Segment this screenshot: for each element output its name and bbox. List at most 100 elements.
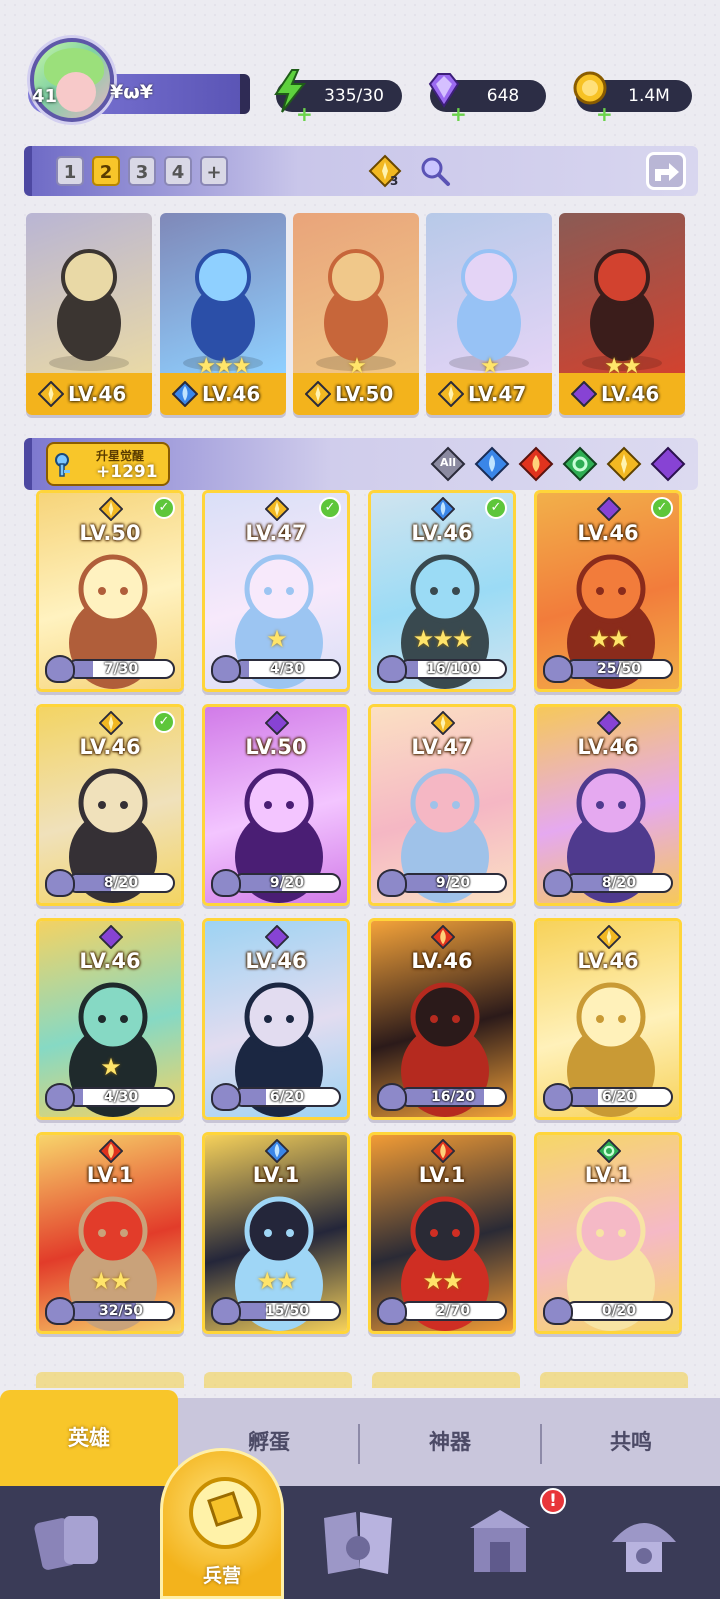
- player-level: 41: [32, 86, 58, 107]
- hero-level: LV.46: [601, 382, 660, 406]
- hero-card[interactable]: LV.46 6/20: [534, 918, 682, 1120]
- team-tab-1[interactable]: 1: [56, 156, 84, 186]
- check-icon: ✓: [319, 497, 341, 519]
- water-filter-icon[interactable]: [474, 446, 510, 482]
- hero-level: LV.47: [468, 382, 527, 406]
- team-hero-card[interactable]: LV.46: [26, 213, 152, 415]
- nav-barracks-button[interactable]: 兵营: [160, 1448, 284, 1599]
- shard-progress-bar: 15/50: [233, 1301, 341, 1321]
- add-team-button[interactable]: +: [200, 156, 228, 186]
- hero-card[interactable]: LV.47 9/20: [368, 704, 516, 906]
- tab-resonance[interactable]: 共鸣: [542, 1398, 720, 1486]
- star-rating: ★★: [588, 625, 629, 653]
- team-tab-2[interactable]: 2: [92, 156, 120, 186]
- team-hero-card[interactable]: ★ LV.50: [293, 213, 419, 415]
- gold-resource[interactable]: + 1.4M: [573, 71, 692, 126]
- tab-heroes[interactable]: 英雄: [0, 1390, 178, 1486]
- awaken-button[interactable]: 升星觉醒 +1291: [46, 442, 170, 486]
- plus-icon[interactable]: +: [596, 98, 613, 130]
- hero-shard-icon: [377, 1297, 407, 1325]
- hero-level: LV.46: [202, 382, 261, 406]
- shard-progress-text: 9/20: [269, 875, 305, 891]
- star-rating: ★★: [90, 1267, 131, 1295]
- temple-icon[interactable]: [460, 1504, 540, 1580]
- check-icon: ✓: [153, 711, 175, 733]
- dark-element-icon: [264, 710, 290, 736]
- light-element-icon: [596, 924, 622, 950]
- shard-progress-bar: 2/70: [399, 1301, 507, 1321]
- hero-level: LV.46: [577, 521, 639, 545]
- dark-filter-icon[interactable]: [650, 446, 686, 482]
- shard-progress-bar: 16/100: [399, 659, 507, 679]
- hero-level: LV.46: [577, 949, 639, 973]
- hero-card[interactable]: LV.46 ★ 4/30: [36, 918, 184, 1120]
- team-hero-card[interactable]: ★★ LV.46: [559, 213, 685, 415]
- hero-level: LV.47: [245, 521, 307, 545]
- hero-filter-bar: 升星觉醒 +1291 All: [24, 438, 698, 490]
- hero-card[interactable]: LV.46 6/20: [202, 918, 350, 1120]
- shard-progress-bar: 25/50: [565, 659, 673, 679]
- shard-progress-bar: 4/30: [67, 1087, 175, 1107]
- energy-resource[interactable]: + 335/30: [274, 69, 402, 126]
- hero-card[interactable]: LV.1 ★★ 15/50: [202, 1132, 350, 1334]
- shard-progress-bar: 6/20: [565, 1087, 673, 1107]
- hero-card[interactable]: LV.46 ✓ ★★★ 16/100: [368, 490, 516, 692]
- dark-element-icon: [596, 710, 622, 736]
- hero-card[interactable]: LV.47 ✓ ★ 4/30: [202, 490, 350, 692]
- map-book-icon[interactable]: [318, 1504, 398, 1580]
- hero-shard-icon: [211, 869, 241, 897]
- team-tab-4[interactable]: 4: [164, 156, 192, 186]
- hero-card[interactable]: LV.1 0/20: [534, 1132, 682, 1334]
- hero-card[interactable]: LV.50 9/20: [202, 704, 350, 906]
- shard-progress-text: 16/20: [430, 1089, 476, 1105]
- shard-progress-text: 2/70: [435, 1303, 471, 1319]
- hero-level: LV.46: [68, 382, 127, 406]
- wind-filter-icon[interactable]: [562, 446, 598, 482]
- hero-card[interactable]: LV.46 16/20: [368, 918, 516, 1120]
- hero-card-peek: [372, 1372, 520, 1388]
- search-icon[interactable]: [418, 154, 452, 188]
- hero-card[interactable]: LV.50 ✓ 7/30: [36, 490, 184, 692]
- hero-portrait: [426, 213, 552, 373]
- all-filter-label: All: [439, 456, 457, 469]
- plus-icon[interactable]: +: [450, 98, 467, 130]
- shard-progress-bar: 4/30: [233, 659, 341, 679]
- shard-progress-text: 4/30: [269, 661, 305, 677]
- light-filter-icon[interactable]: [606, 446, 642, 482]
- hero-card[interactable]: LV.46 ✓ ★★ 25/50: [534, 490, 682, 692]
- all-filter-icon[interactable]: All: [430, 446, 466, 482]
- dark-element-icon: [596, 496, 622, 522]
- hero-card[interactable]: LV.1 ★★ 32/50: [36, 1132, 184, 1334]
- hero-level: LV.50: [79, 521, 141, 545]
- team-hero-card[interactable]: ★ LV.47: [426, 213, 552, 415]
- team-hero-card[interactable]: ★★★ LV.46: [160, 213, 286, 415]
- hero-shard-icon: [211, 1083, 241, 1111]
- player-avatar[interactable]: [30, 38, 114, 122]
- fire-filter-icon[interactable]: [518, 446, 554, 482]
- plus-icon[interactable]: +: [296, 98, 313, 130]
- check-icon: ✓: [651, 497, 673, 519]
- mushroom-house-icon[interactable]: [604, 1504, 684, 1580]
- shard-progress-bar: 8/20: [565, 873, 673, 893]
- light-element-icon: [98, 496, 124, 522]
- hero-card[interactable]: LV.46 8/20: [534, 704, 682, 906]
- nav-barracks-label: 兵营: [202, 1565, 241, 1587]
- light-element-icon: [437, 380, 465, 408]
- star-rating: ★★: [256, 1267, 297, 1295]
- hero-shard-icon: [45, 655, 75, 683]
- team-tab-3[interactable]: 3: [128, 156, 156, 186]
- shard-progress-text: 4/30: [103, 1089, 139, 1105]
- hero-card[interactable]: LV.1 ★★ 2/70: [368, 1132, 516, 1334]
- check-icon: ✓: [153, 497, 175, 519]
- hero-card-peek: [204, 1372, 352, 1388]
- shard-progress-text: 8/20: [103, 875, 139, 891]
- tab-artifact[interactable]: 神器: [360, 1398, 540, 1486]
- hero-shard-icon: [45, 1297, 75, 1325]
- gem-resource[interactable]: + 648: [428, 73, 546, 126]
- hero-card[interactable]: LV.46 ✓ 8/20: [36, 704, 184, 906]
- hero-shard-icon: [211, 655, 241, 683]
- hero-portrait: [26, 213, 152, 373]
- cards-icon[interactable]: [30, 1504, 110, 1580]
- hero-shard-icon: [45, 1083, 75, 1111]
- share-icon[interactable]: [646, 152, 686, 190]
